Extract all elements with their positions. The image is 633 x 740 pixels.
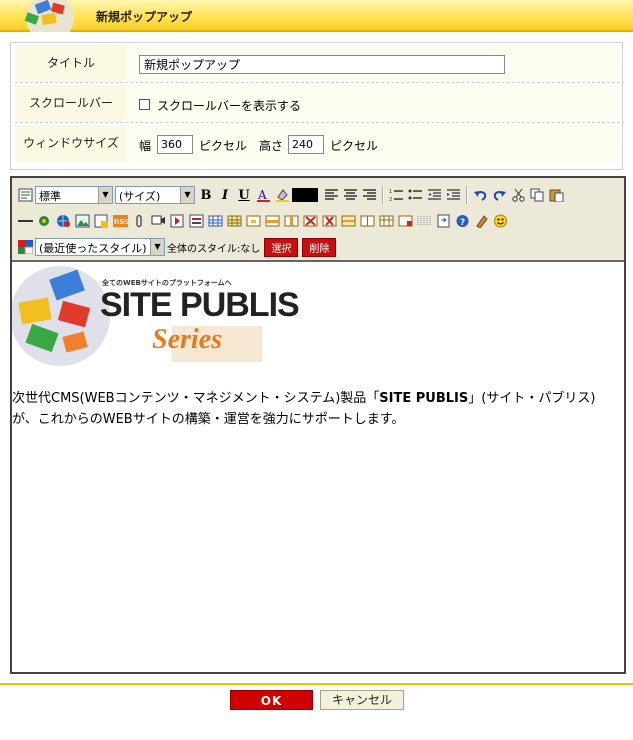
site-publis-logo: 全てのWEBサイトのプラットフォームへ SITE PUBLIS Series [12, 264, 308, 368]
preview-icon[interactable] [434, 212, 452, 230]
ordered-list-icon[interactable]: 12 [387, 186, 405, 204]
align-right-icon[interactable] [360, 186, 378, 204]
table-delete-icon[interactable] [396, 212, 414, 230]
chevron-down-icon: ▼ [98, 187, 112, 203]
width-unit-label: ピクセル [199, 139, 248, 153]
all-style-text: 全体のスタイル:なし [167, 243, 261, 255]
svg-text:A: A [257, 188, 267, 202]
style-delete-button[interactable]: 削除 [302, 237, 337, 257]
copy-icon[interactable] [528, 186, 546, 204]
redo-icon[interactable] [490, 186, 508, 204]
content-paragraph: 次世代CMS(WEBコンテンツ・マネジメント・システム)製品「SITE PUBL… [12, 391, 596, 427]
link-icon[interactable] [54, 212, 72, 230]
recent-style-select[interactable]: (最近使ったスタイル) ▼ [35, 238, 165, 256]
logo-series: Series [152, 324, 222, 355]
merge-cells-icon[interactable] [339, 212, 357, 230]
title-input[interactable] [139, 55, 505, 74]
align-left-icon[interactable] [322, 186, 340, 204]
ok-button[interactable]: OK [230, 690, 313, 710]
indent-icon[interactable] [444, 186, 462, 204]
rss-icon[interactable]: RSS [111, 212, 129, 230]
cut-icon[interactable] [509, 186, 527, 204]
italic-button[interactable]: I [216, 186, 234, 204]
brand-name: SITE PUBLIS [379, 391, 469, 406]
emoticon-icon[interactable] [491, 212, 509, 230]
svg-text:RSS: RSS [114, 218, 128, 226]
style-select-button[interactable]: 選択 [264, 237, 299, 257]
help-icon[interactable]: ? [453, 212, 471, 230]
media-icon[interactable] [149, 212, 167, 230]
footer-divider [0, 683, 633, 685]
color-swatch[interactable] [292, 188, 318, 202]
image-edit-icon[interactable] [92, 212, 110, 230]
height-input[interactable] [288, 135, 324, 154]
window-header: 新規ポップアップ [0, 0, 633, 32]
font-color-icon[interactable]: A [254, 186, 272, 204]
bold-button[interactable]: B [197, 186, 215, 204]
cancel-button[interactable]: キャンセル [320, 690, 404, 710]
scrollbar-label: スクロールバー [15, 85, 127, 122]
form-icon[interactable] [187, 212, 205, 230]
chevron-down-icon: ▼ [180, 187, 194, 203]
rich-text-editor: 標準 ▼ (サイズ) ▼ B I U A 1 2 RSS ? (最近使ったスタイ… [10, 176, 626, 674]
svg-text:1: 1 [389, 189, 392, 195]
app-logo-icon [14, 0, 86, 32]
table-cell-icon[interactable] [377, 212, 395, 230]
table-insert-icon[interactable] [206, 212, 224, 230]
undo-icon[interactable] [471, 186, 489, 204]
height-label: 高さ [259, 139, 284, 153]
flash-icon[interactable] [168, 212, 186, 230]
title-row: タイトル [15, 45, 620, 83]
scrollbar-checkbox[interactable] [139, 99, 150, 110]
editor-toolbar: 標準 ▼ (サイズ) ▼ B I U A 1 2 RSS ? (最近使ったスタイ… [12, 178, 624, 262]
align-center-icon[interactable] [341, 186, 359, 204]
source-mode-icon[interactable] [16, 186, 34, 204]
scrollbar-checkbox-label[interactable]: スクロールバーを表示する [157, 97, 301, 114]
scrollbar-row: スクロールバー スクロールバーを表示する [15, 85, 620, 123]
underline-button[interactable]: U [235, 186, 253, 204]
insert-row-icon[interactable] [263, 212, 281, 230]
page-title: 新規ポップアップ [96, 10, 193, 24]
image-icon[interactable] [73, 212, 91, 230]
height-unit-label: ピクセル [330, 139, 379, 153]
insert-column-icon[interactable] [282, 212, 300, 230]
chevron-down-icon: ▼ [150, 239, 164, 255]
width-label: 幅 [139, 139, 152, 153]
style-palette-icon[interactable] [16, 238, 34, 256]
window-size-label: ウィンドウサイズ [15, 125, 127, 162]
anchor-icon[interactable] [35, 212, 53, 230]
format-select[interactable]: 標準 ▼ [35, 186, 113, 204]
outdent-icon[interactable] [425, 186, 443, 204]
logo-title: SITE PUBLIS [100, 286, 300, 324]
width-input[interactable] [157, 135, 193, 154]
grid-toggle-icon[interactable] [415, 212, 433, 230]
spell-check-icon[interactable] [472, 212, 490, 230]
cell-properties-icon[interactable] [244, 212, 262, 230]
window-size-row: ウィンドウサイズ 幅 ピクセル 高さ ピクセル [15, 125, 620, 163]
horizontal-rule-icon[interactable] [16, 212, 34, 230]
svg-text:2: 2 [389, 197, 392, 202]
size-select[interactable]: (サイズ) ▼ [115, 186, 195, 204]
svg-text:?: ? [460, 218, 465, 228]
title-label: タイトル [15, 45, 127, 82]
paste-icon[interactable] [547, 186, 565, 204]
table-properties-icon[interactable] [225, 212, 243, 230]
editor-content-area[interactable]: 全てのWEBサイトのプラットフォームへ SITE PUBLIS Series 次… [12, 264, 624, 672]
delete-row-icon[interactable] [301, 212, 319, 230]
delete-column-icon[interactable] [320, 212, 338, 230]
attachment-icon[interactable] [130, 212, 148, 230]
bulleted-list-icon[interactable] [406, 186, 424, 204]
split-cells-icon[interactable] [358, 212, 376, 230]
popup-settings-form: タイトル スクロールバー スクロールバーを表示する ウィンドウサイズ 幅 ピクセ… [10, 42, 623, 170]
highlight-color-icon[interactable] [273, 186, 291, 204]
